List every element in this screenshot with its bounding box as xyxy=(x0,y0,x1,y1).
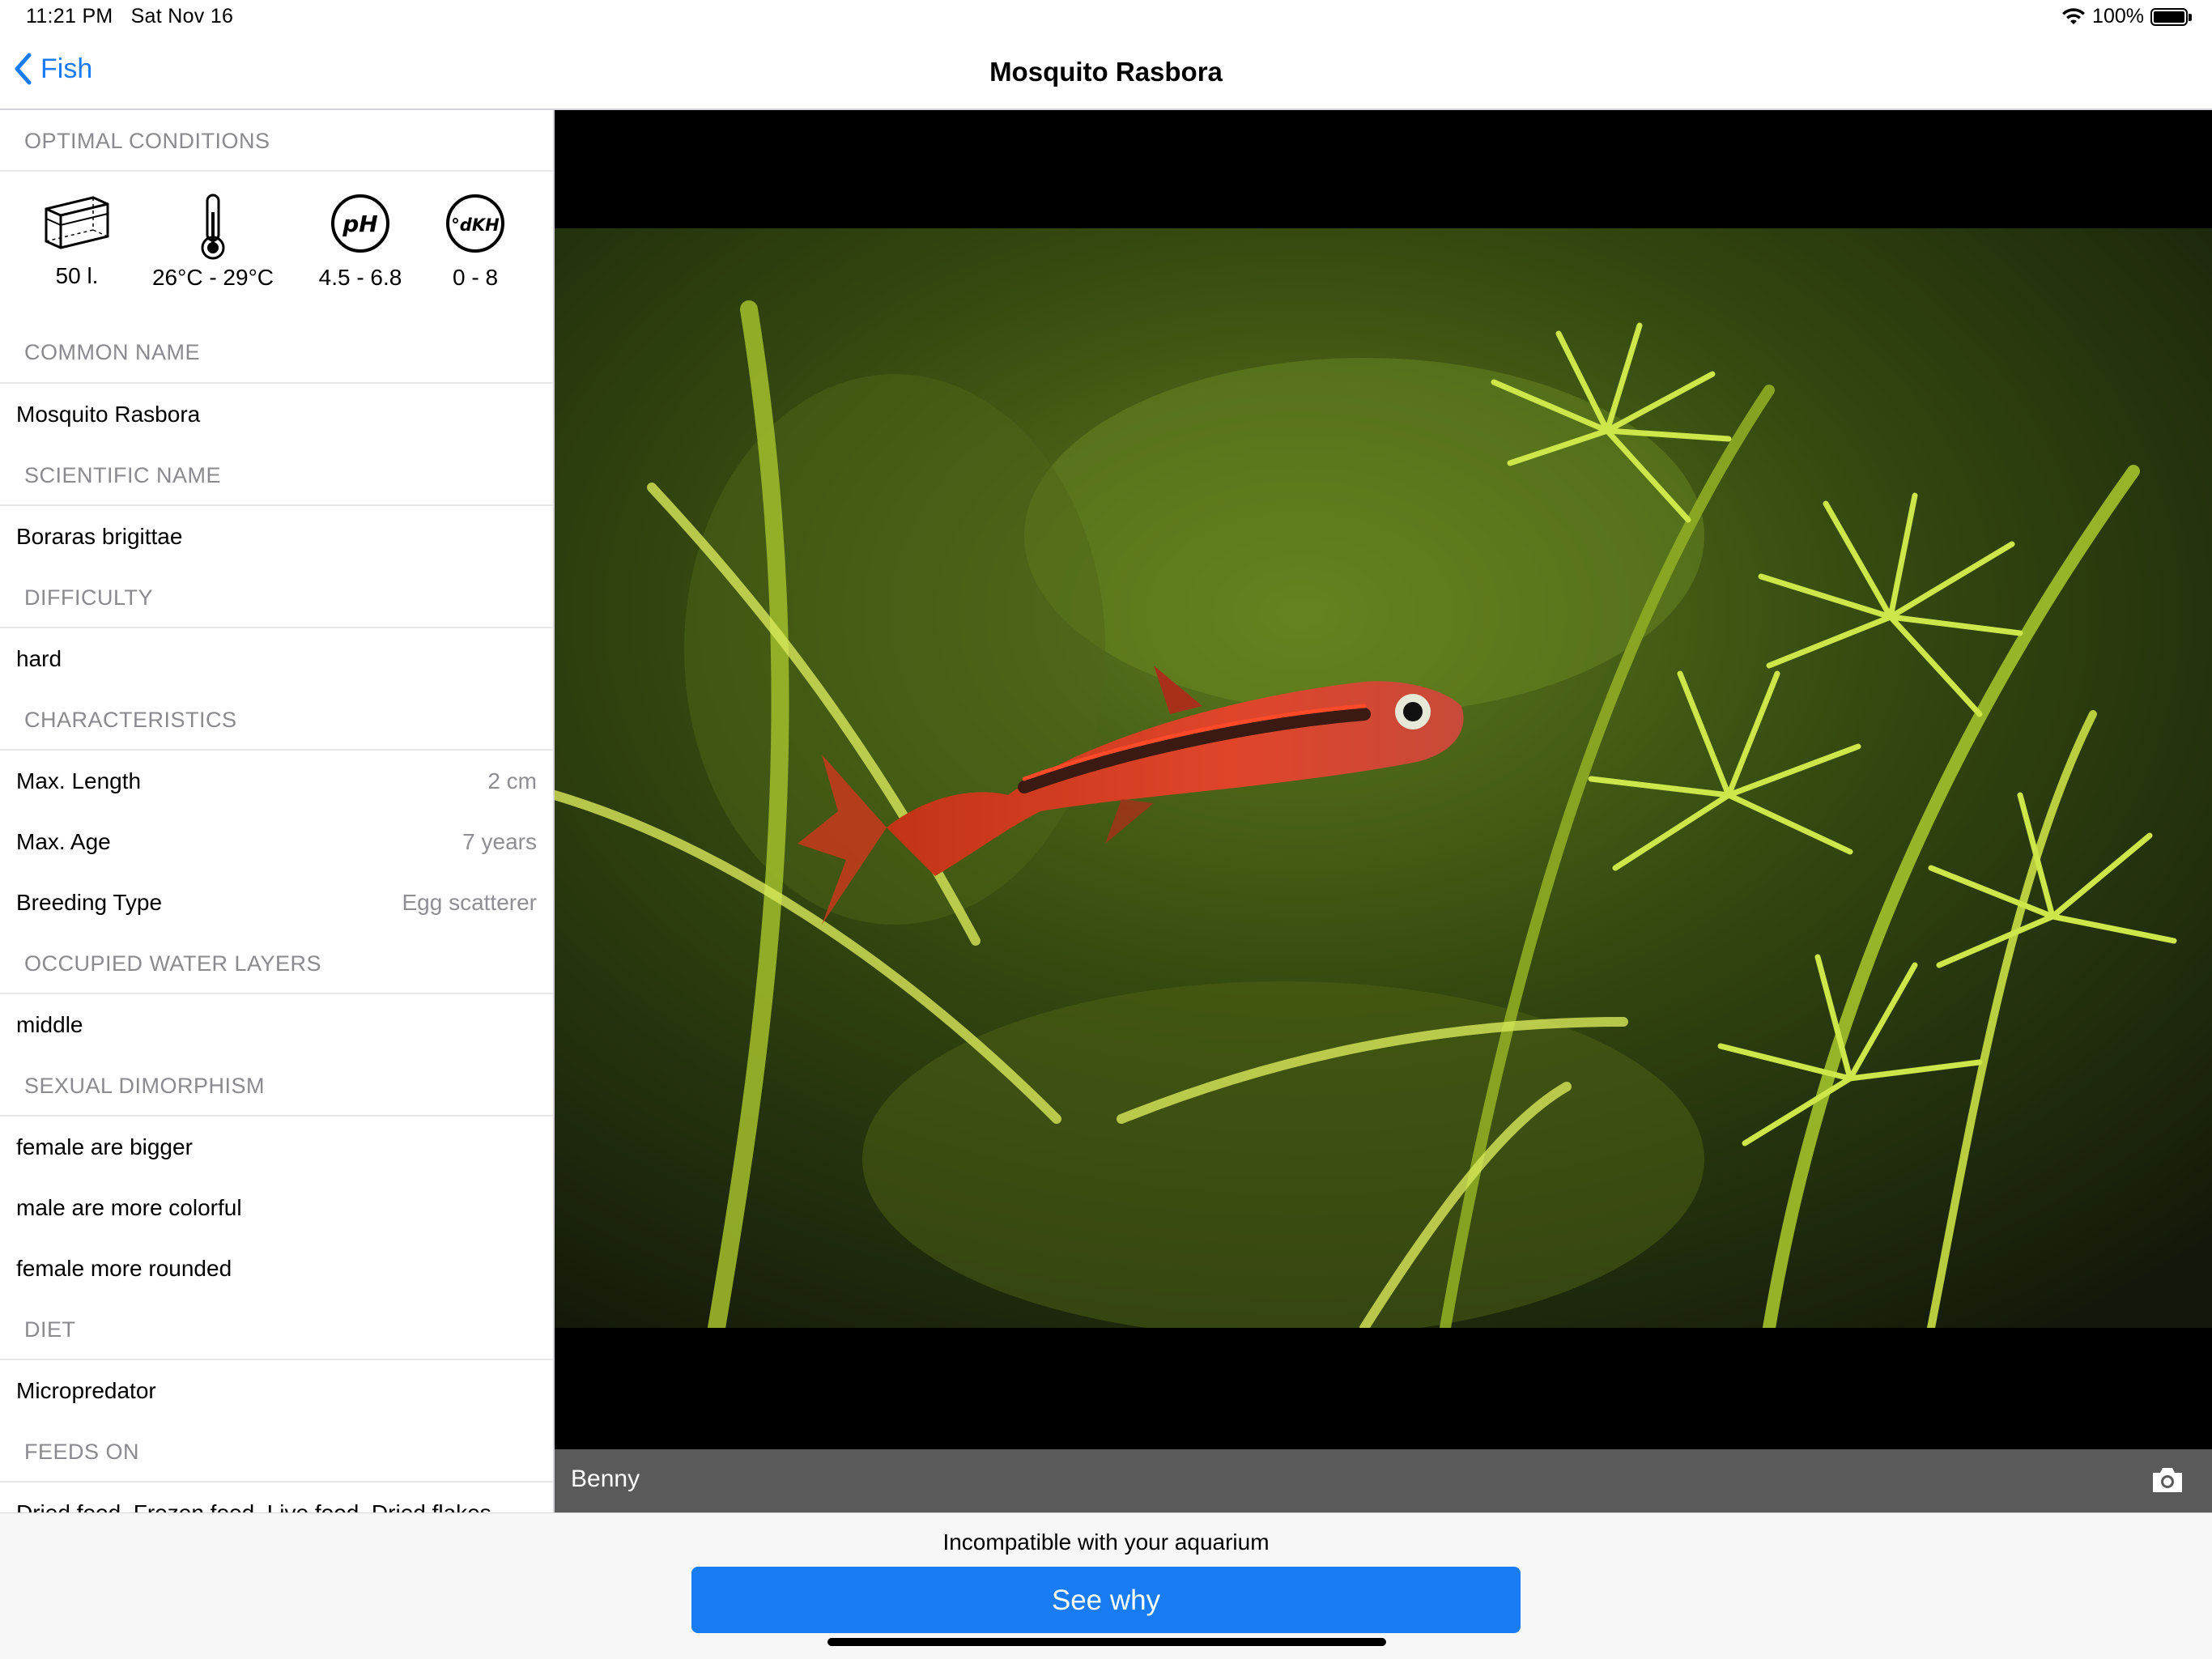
compatibility-footer: Incompatible with your aquarium See why xyxy=(0,1512,2212,1659)
photo-caption-bar: Benny xyxy=(555,1449,2212,1512)
wifi-icon xyxy=(2062,7,2086,24)
status-right: 100% xyxy=(2061,5,2192,28)
scientific-name-row: Boraras brigittae xyxy=(0,506,553,567)
common-name-row: Mosquito Rasbora xyxy=(0,384,553,445)
feeds-on-value: Dried food, Frozen food, Live food, Drie… xyxy=(16,1482,491,1512)
section-header-optimal-conditions: OPTIMAL CONDITIONS xyxy=(0,110,553,172)
feeds-on-row: Dried food, Frozen food, Live food, Drie… xyxy=(0,1482,553,1512)
section-header-feeds-on: FEEDS ON xyxy=(0,1421,553,1482)
section-header-difficulty: DIFFICULTY xyxy=(0,567,553,628)
condition-temperature: 26°C - 29°C xyxy=(136,193,290,291)
battery-icon xyxy=(2150,7,2192,26)
home-indicator[interactable] xyxy=(827,1638,1386,1646)
section-header-water-layers: OCCUPIED WATER LAYERS xyxy=(0,933,553,994)
section-header-scientific-name: SCIENTIFIC NAME xyxy=(0,445,553,506)
see-why-button[interactable]: See why xyxy=(691,1567,1521,1633)
characteristic-label: Max. Age xyxy=(16,829,111,854)
dimorphism-value: female more rounded xyxy=(16,1256,232,1281)
thermometer-icon xyxy=(201,194,225,260)
status-left: 11:21 PM Sat Nov 16 xyxy=(26,5,251,28)
fish-photo-image xyxy=(555,228,2212,1328)
section-header-characteristics: CHARACTERISTICS xyxy=(0,689,553,751)
condition-dkh: °dKH 0 - 8 xyxy=(431,193,520,291)
status-date: Sat Nov 16 xyxy=(130,5,234,28)
scientific-name-value: Boraras brigittae xyxy=(16,524,183,549)
characteristic-row-breeding-type: Breeding Type Egg scatterer xyxy=(0,872,553,933)
condition-tank: 50 l. xyxy=(32,193,121,289)
difficulty-row: hard xyxy=(0,628,553,689)
dimorphism-row: male are more colorful xyxy=(0,1177,553,1238)
diet-row: Micropredator xyxy=(0,1360,553,1421)
characteristic-value: 2 cm xyxy=(487,768,537,793)
characteristic-value: 7 years xyxy=(462,829,537,854)
ph-icon-text: pH xyxy=(342,211,377,237)
incompatibility-message: Incompatible with your aquarium xyxy=(942,1529,1270,1555)
characteristic-row-max-age: Max. Age 7 years xyxy=(0,811,553,872)
characteristic-row-max-length: Max. Length 2 cm xyxy=(0,751,553,811)
difficulty-value: hard xyxy=(16,646,62,671)
condition-ph: pH 4.5 - 6.8 xyxy=(306,193,415,291)
dimorphism-value: male are more colorful xyxy=(16,1195,242,1220)
fish-photo xyxy=(555,228,2212,1328)
status-time: 11:21 PM xyxy=(26,5,113,28)
photo-panel: Benny xyxy=(555,110,2212,1512)
optimal-conditions: 50 l. 26°C - 29°C pH 4.5 - 6.8 °dKH 0 - xyxy=(0,172,553,321)
condition-tank-label: 50 l. xyxy=(55,263,99,288)
camera-button[interactable] xyxy=(2150,1465,2184,1499)
battery-percent: 100% xyxy=(2092,5,2144,28)
water-layers-row: middle xyxy=(0,994,553,1055)
water-layers-value: middle xyxy=(16,1012,83,1037)
condition-ph-label: 4.5 - 6.8 xyxy=(318,265,402,290)
condition-temperature-label: 26°C - 29°C xyxy=(151,265,274,290)
common-name-value: Mosquito Rasbora xyxy=(16,402,201,427)
section-header-diet: DIET xyxy=(0,1299,553,1360)
dimorphism-row: female are bigger xyxy=(0,1117,553,1177)
condition-dkh-label: 0 - 8 xyxy=(452,265,499,290)
dimorphism-value: female are bigger xyxy=(16,1134,193,1159)
ph-icon: pH xyxy=(331,194,389,253)
diet-value: Micropredator xyxy=(16,1378,156,1403)
section-header-sexual-dimorphism: SEXUAL DIMORPHISM xyxy=(0,1055,553,1117)
characteristic-label: Max. Length xyxy=(16,768,142,793)
status-bar: 11:21 PM Sat Nov 16 100% xyxy=(0,0,2212,39)
fish-details-panel[interactable]: OPTIMAL CONDITIONS 50 l. 26°C - 29°C pH … xyxy=(0,110,555,1512)
navigation-bar: Fish Mosquito Rasbora xyxy=(0,39,2212,110)
photo-caption: Benny xyxy=(571,1465,640,1492)
characteristic-label: Breeding Type xyxy=(16,890,163,915)
dkh-icon: °dKH xyxy=(446,194,504,253)
camera-icon xyxy=(2153,1468,2182,1492)
dimorphism-row: female more rounded xyxy=(0,1238,553,1299)
dkh-icon-text: °dKH xyxy=(451,215,500,235)
page-title: Mosquito Rasbora xyxy=(989,57,1223,87)
characteristic-value: Egg scatterer xyxy=(402,890,537,915)
tank-icon xyxy=(45,196,109,249)
section-header-common-name: COMMON NAME xyxy=(0,321,553,384)
